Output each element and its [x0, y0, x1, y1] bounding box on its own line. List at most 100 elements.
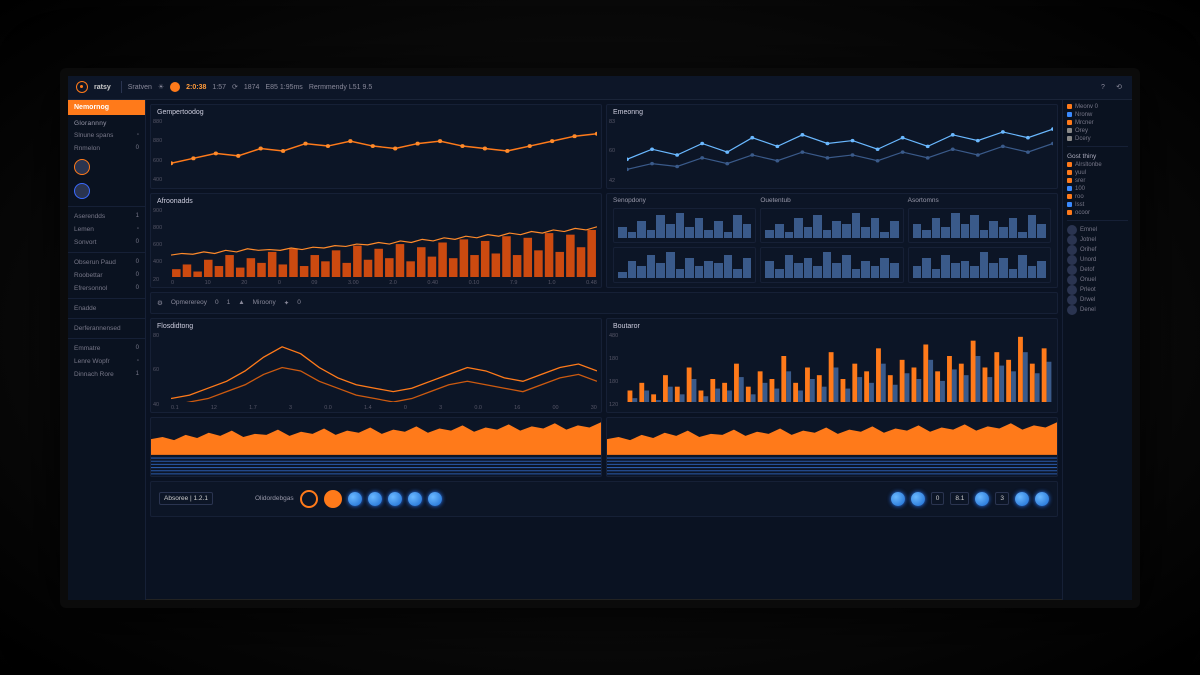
- panel-boutaror: Boutaror 480180180120: [606, 318, 1058, 413]
- panel-afroonadds: Afroonadds 90080060040020 010200093.002.…: [150, 193, 602, 288]
- sidebar-item[interactable]: Slnune spans▫: [68, 129, 145, 142]
- footer-version: Absoree | 1.2.1: [159, 492, 213, 505]
- rp-item[interactable]: ocoor: [1067, 210, 1128, 216]
- stat-strip: ⚙ Opmerereoy 0 1 ▲ Miroony ✦ 0: [150, 292, 1058, 314]
- sidebar-active-tab[interactable]: Nemornog: [68, 100, 145, 115]
- knob-blue-icon[interactable]: [428, 492, 442, 506]
- sidebar-item[interactable]: Dinnach Rore1: [68, 368, 145, 381]
- rp-item[interactable]: Meonv 0: [1067, 104, 1128, 110]
- stat-icon: ✦: [284, 299, 289, 307]
- rp-user[interactable]: Jotnel: [1067, 235, 1128, 245]
- knob-blue-icon[interactable]: [891, 492, 905, 506]
- stat-icon: ⚙: [157, 299, 163, 307]
- sidebar-item[interactable]: Sonvort0: [68, 236, 145, 249]
- sidebar-item[interactable]: Lemen▫: [68, 223, 145, 236]
- rp-item[interactable]: roo: [1067, 194, 1128, 200]
- chart-barline: [171, 208, 597, 277]
- panel-flosdidtong: Flosdidtong 806040 0.1121.730.01.4030.01…: [150, 318, 602, 413]
- header-stat-7: Rermmendy L51 9.5: [309, 84, 372, 91]
- rp-user[interactable]: Drwel: [1067, 295, 1128, 305]
- header-stat-1: ☀: [158, 83, 164, 91]
- knob-blue-icon[interactable]: [975, 492, 989, 506]
- chart-grouped-bars: [627, 333, 1053, 402]
- sidebar-item[interactable]: Enadde: [68, 302, 145, 315]
- rp-user[interactable]: Detof: [1067, 265, 1128, 275]
- sidebar-avatar-icon[interactable]: [74, 159, 90, 175]
- knob-ring-icon[interactable]: [300, 490, 318, 508]
- panel-gempertoodog: Gempertoodog 880880600400: [150, 104, 602, 189]
- rp-item[interactable]: Mrcner: [1067, 120, 1128, 126]
- sidebar-item[interactable]: Lenre Wopfr▫: [68, 355, 145, 368]
- chart-line-orange: [171, 119, 597, 178]
- rp-item[interactable]: 100: [1067, 186, 1128, 192]
- panel-emeonng: Emeonng 836042: [606, 104, 1058, 189]
- mini-chart: [908, 247, 1051, 283]
- knob-fill-icon[interactable]: [324, 490, 342, 508]
- sidebar-item[interactable]: Efrersonnol0: [68, 282, 145, 295]
- mini-chart: [908, 208, 1051, 244]
- sidebar: Nemornog Glorannny Slnune spans▫ Rnmelon…: [68, 100, 146, 600]
- area-chart-left: [150, 417, 602, 477]
- status-dot-icon: [170, 82, 180, 92]
- refresh-icon[interactable]: ⟲: [1114, 83, 1124, 91]
- knob-blue-icon[interactable]: [388, 492, 402, 506]
- rp-item[interactable]: Alrsltonbe: [1067, 162, 1128, 168]
- header-bar: ratsy Sratven ☀ 2:0:38 1:57 ⟳ 1874 E85 1…: [68, 76, 1132, 100]
- sidebar-item[interactable]: Aserendds1: [68, 210, 145, 223]
- header-stat-6: E85 1:95ms: [265, 84, 302, 91]
- header-stat-3: 1:57: [212, 84, 226, 91]
- rp-head: Gost thiny: [1067, 153, 1128, 160]
- sidebar-avatar-icon[interactable]: [74, 183, 90, 199]
- rp-user[interactable]: Unord: [1067, 255, 1128, 265]
- sidebar-section-head-0: Glorannny: [68, 115, 145, 129]
- chart-dual-line: [171, 333, 597, 402]
- rp-item[interactable]: Nronw: [1067, 112, 1128, 118]
- help-icon[interactable]: ?: [1098, 84, 1108, 91]
- rp-item[interactable]: Isst: [1067, 202, 1128, 208]
- rp-user[interactable]: Emnel: [1067, 225, 1128, 235]
- axis-x: 010200093.002.00.400.107.91.00.48: [171, 280, 597, 286]
- rp-item[interactable]: srer: [1067, 178, 1128, 184]
- knob-blue-icon[interactable]: [911, 492, 925, 506]
- rp-user[interactable]: Denel: [1067, 305, 1128, 315]
- mini-chart: [613, 247, 756, 283]
- mini-chart: [760, 208, 903, 244]
- rp-user[interactable]: Prleot: [1067, 285, 1128, 295]
- sidebar-item[interactable]: Obserun Paud0: [68, 256, 145, 269]
- mini-chart: [760, 247, 903, 283]
- axis-y: 836042: [609, 119, 615, 184]
- area-chart-right: [606, 417, 1058, 477]
- sidebar-item[interactable]: Derferannensed: [68, 322, 145, 335]
- header-stat-5: 1874: [244, 84, 260, 91]
- knob-blue-icon[interactable]: [348, 492, 362, 506]
- mini-chart: [613, 208, 756, 244]
- rp-item[interactable]: Dcery: [1067, 136, 1128, 142]
- knob-blue-icon[interactable]: [1015, 492, 1029, 506]
- footer-controls: Absoree | 1.2.1 Olidordebgas 0 8.1: [150, 481, 1058, 517]
- brand-name: ratsy: [94, 84, 111, 91]
- axis-y: 806040: [153, 333, 159, 408]
- axis-y: 880880600400: [153, 119, 162, 184]
- rp-item[interactable]: yuul: [1067, 170, 1128, 176]
- header-stat-4: ⟳: [232, 83, 238, 91]
- header-stat-0: Sratven: [128, 84, 152, 91]
- divider: [121, 81, 122, 93]
- knob-blue-icon[interactable]: [408, 492, 422, 506]
- rp-user[interactable]: Onuel: [1067, 275, 1128, 285]
- panel-mini-charts: Senopdony Ouetentub Asortomns: [606, 193, 1058, 288]
- sidebar-item[interactable]: Roobettar0: [68, 269, 145, 282]
- area-panels: [150, 417, 1058, 477]
- header-clock: 2:0:38: [186, 84, 206, 91]
- brand-logo-icon: [76, 81, 88, 93]
- rp-item[interactable]: Orey: [1067, 128, 1128, 134]
- stat-icon: ▲: [238, 299, 244, 306]
- sidebar-item[interactable]: Emmatre0: [68, 342, 145, 355]
- knob-blue-icon[interactable]: [368, 492, 382, 506]
- chart-line-blue: [627, 119, 1053, 178]
- axis-y: 90080060040020: [153, 208, 162, 283]
- sidebar-item[interactable]: Rnmelon0: [68, 142, 145, 155]
- right-panel: Meonv 0 Nronw Mrcner Orey Dcery Gost thi…: [1062, 100, 1132, 600]
- knob-blue-icon[interactable]: [1035, 492, 1049, 506]
- rp-user[interactable]: Orihef: [1067, 245, 1128, 255]
- dashboard-monitor: ratsy Sratven ☀ 2:0:38 1:57 ⟳ 1874 E85 1…: [60, 68, 1140, 608]
